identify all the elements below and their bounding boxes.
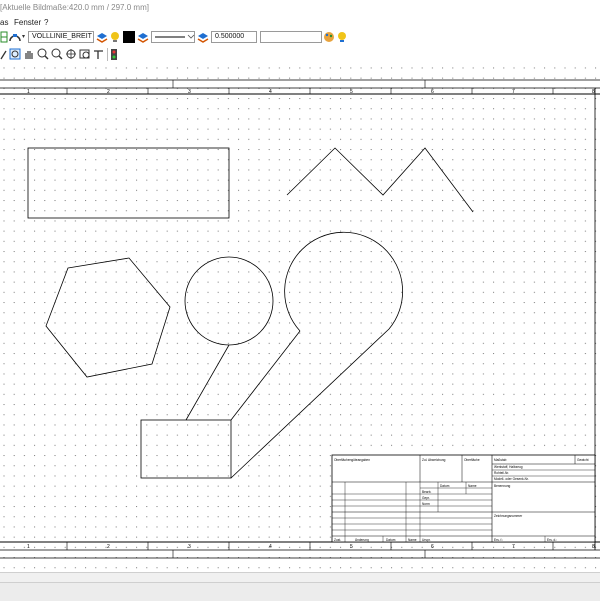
chevron-down-icon[interactable]: ▾ [22, 33, 25, 40]
label-urspr: Urspr. [422, 538, 431, 542]
palette-icon[interactable] [323, 31, 335, 43]
zoom-window-icon[interactable] [9, 48, 21, 61]
zone-label-top: 3 [188, 89, 191, 95]
werkstoff-row: Werkstoff, Halbzeug [494, 465, 523, 469]
label-zust: Zust. [334, 538, 341, 542]
color-swatch[interactable] [123, 31, 135, 43]
solid-line-preview-icon [155, 34, 195, 39]
text-input-field[interactable] [260, 31, 322, 43]
line-style-select[interactable] [151, 31, 195, 43]
line-width-field[interactable]: 0.500000 [211, 31, 257, 43]
zone-label-top: 6 [431, 89, 434, 95]
layer-stack-icon-3[interactable] [197, 31, 209, 43]
layer-stack-icon[interactable] [96, 31, 108, 43]
drawing-sheet[interactable]: 1 2 3 4 5 6 7 8 1 2 3 4 5 6 7 8 Oberfläc… [0, 64, 600, 572]
label-bearb: Bearb. [422, 490, 432, 494]
label-name-2: Name [408, 538, 417, 542]
zone-label-top: 4 [269, 89, 272, 95]
zone-label-top: 2 [107, 89, 110, 95]
label-name: Name [468, 484, 477, 488]
grid-icon[interactable] [0, 31, 8, 43]
label-datum: Datum [440, 484, 450, 488]
label-zul-abweichung: Zul. Abweichung [422, 458, 446, 462]
title-block[interactable]: Oberflächengüteangaben Zul. Abweichung O… [331, 454, 596, 543]
label-benennung: Benennung [494, 484, 511, 488]
menu-item-help[interactable]: ? [44, 18, 48, 27]
label-masstab: Maßstab [494, 458, 507, 462]
zone-label-top: 1 [27, 89, 30, 95]
menu-bar: as Fenster ? [0, 16, 600, 29]
zone-label-bottom: 4 [269, 544, 272, 550]
properties-toolbar: ▾ VOLLLINIE_BREIT 0.500000 [0, 29, 600, 47]
zoom-in-icon[interactable] [37, 48, 49, 61]
hand-icon[interactable] [23, 48, 35, 61]
menu-item-fenster[interactable]: Fenster [14, 18, 41, 27]
zone-label-top: 5 [350, 89, 353, 95]
toolbar-separator [107, 48, 108, 61]
zone-label-bottom: 1 [27, 544, 30, 550]
lightbulb-icon-2[interactable] [336, 31, 348, 43]
view-toolbar [0, 46, 600, 65]
label-norm: Norm [422, 502, 430, 506]
zone-label-bottom: 2 [107, 544, 110, 550]
zone-label-bottom: 8 [592, 544, 595, 550]
label-kennzeichnung: Oberflächengüteangaben [334, 458, 370, 462]
rohteil-row: Rohteil-Nr. [494, 471, 509, 475]
label-aenderung: Änderung [355, 538, 369, 542]
arc-tool-icon[interactable] [8, 31, 22, 43]
label-ers-f: Ers. f.: [494, 538, 503, 542]
zone-label-top: 8 [592, 89, 595, 95]
label-oberflaeche: Oberfläche [464, 458, 480, 462]
zoom-out-icon[interactable] [51, 48, 63, 61]
label-ers-d: Ers. d.: [547, 538, 557, 542]
redraw-icon[interactable] [93, 48, 105, 61]
zone-label-bottom: 6 [431, 544, 434, 550]
zone-label-bottom: 7 [512, 544, 515, 550]
drawing-canvas[interactable]: 1 2 3 4 5 6 7 8 1 2 3 4 5 6 7 8 Oberfläc… [0, 64, 600, 572]
line-type-field[interactable]: VOLLLINIE_BREIT [28, 31, 94, 43]
zone-label-bottom: 3 [188, 544, 191, 550]
zone-label-bottom: 5 [350, 544, 353, 550]
window-title-bar: [Aktuelle Bildmaße:420.0 mm / 297.0 mm] [0, 0, 600, 16]
label-datum-2: Datum [386, 538, 396, 542]
layer-stack-icon-2[interactable] [137, 31, 149, 43]
zoom-previous-icon[interactable] [79, 48, 91, 61]
label-zeichnungsnummer: Zeichnungsnummer [494, 514, 523, 518]
label-gepr: Gepr. [422, 496, 430, 500]
lightbulb-icon[interactable] [109, 31, 121, 43]
pan-icon[interactable] [0, 49, 8, 61]
zone-label-top: 7 [512, 89, 515, 95]
window-title: [Aktuelle Bildmaße:420.0 mm / 297.0 mm] [0, 3, 149, 12]
menu-item-as[interactable]: as [0, 18, 8, 27]
status-bar [0, 582, 600, 601]
modell-row: Modell- oder Gesenk-Nr. [494, 477, 529, 481]
traffic-light-icon[interactable] [110, 48, 118, 61]
label-gewicht: Gewicht [577, 458, 589, 462]
zoom-all-icon[interactable] [65, 48, 77, 61]
